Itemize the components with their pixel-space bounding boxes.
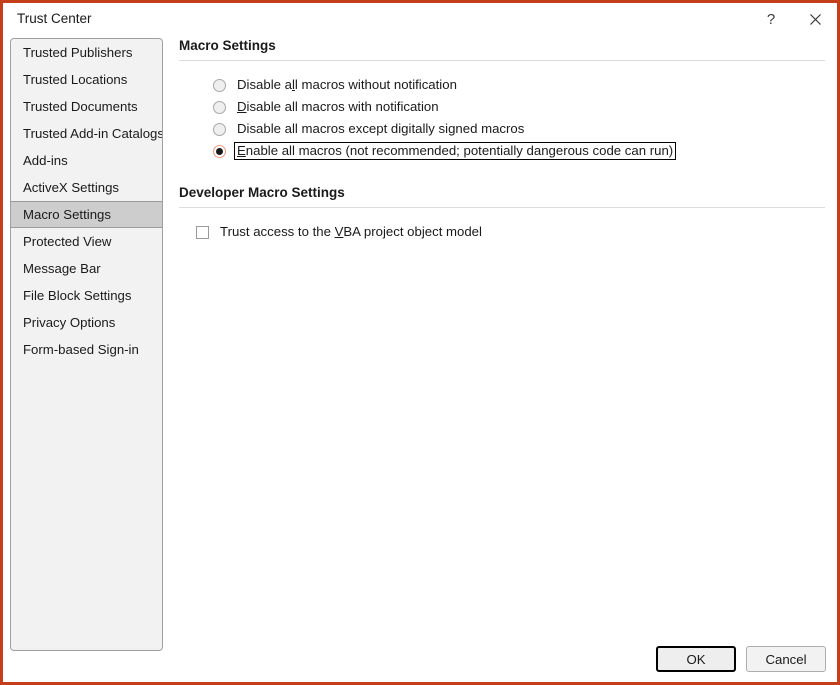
sidebar-item-file-block-settings[interactable]: File Block Settings bbox=[11, 282, 162, 309]
category-sidebar[interactable]: Trusted Publishers Trusted Locations Trust… bbox=[10, 38, 163, 651]
macro-option-row[interactable]: Disable all macros without notification bbox=[213, 74, 827, 96]
close-icon[interactable] bbox=[793, 3, 837, 35]
ok-button[interactable]: OK bbox=[656, 646, 736, 672]
macro-option-label[interactable]: Disable all macros with notification bbox=[235, 98, 441, 116]
macro-option-label[interactable]: Enable all macros (not recommended; pote… bbox=[234, 142, 677, 160]
sidebar-item-label: File Block Settings bbox=[23, 288, 132, 303]
cancel-button[interactable]: Cancel bbox=[746, 646, 826, 672]
macro-option-label[interactable]: Disable all macros without notification bbox=[235, 76, 459, 94]
trust-center-dialog: Trust Center ? Trusted Publishers Trusted… bbox=[0, 0, 840, 685]
help-icon[interactable]: ? bbox=[749, 3, 793, 35]
sidebar-item-label: ActiveX Settings bbox=[23, 180, 120, 195]
sidebar-item-label: Privacy Options bbox=[23, 315, 116, 330]
macro-settings-radio-group[interactable]: Disable all macros without notification D… bbox=[179, 74, 827, 162]
macro-option-label[interactable]: Disable all macros except digitally sign… bbox=[235, 120, 526, 138]
help-glyph: ? bbox=[766, 10, 776, 28]
radio-button-selected[interactable] bbox=[213, 144, 226, 158]
sidebar-item-label: Add-ins bbox=[23, 153, 68, 168]
titlebar: Trust Center ? bbox=[3, 3, 837, 35]
sidebar-item-trusted-documents[interactable]: Trusted Documents bbox=[11, 93, 162, 120]
trust-vba-access-label[interactable]: Trust access to the VBA project object m… bbox=[218, 223, 484, 241]
macro-settings-heading: Macro Settings bbox=[179, 38, 276, 53]
developer-macro-settings-heading: Developer Macro Settings bbox=[179, 185, 345, 200]
macro-option-row[interactable]: Enable all macros (not recommended; pote… bbox=[213, 140, 827, 162]
sidebar-item-message-bar[interactable]: Message Bar bbox=[11, 255, 162, 282]
checkbox-unchecked[interactable] bbox=[196, 225, 209, 239]
macro-settings-divider bbox=[179, 60, 825, 61]
sidebar-item-label: Trusted Documents bbox=[23, 99, 138, 114]
developer-macro-settings-divider bbox=[179, 207, 825, 208]
window-title: Trust Center bbox=[17, 11, 92, 26]
dialog-footer: OK Cancel bbox=[656, 646, 826, 672]
radio-button[interactable] bbox=[213, 100, 226, 114]
radio-button[interactable] bbox=[213, 122, 226, 136]
settings-pane: Macro Settings Disable all macros withou… bbox=[179, 38, 827, 638]
sidebar-item-label: Message Bar bbox=[23, 261, 101, 276]
sidebar-item-label: Trusted Add-in Catalogs bbox=[23, 126, 163, 141]
trust-vba-access-row[interactable]: Trust access to the VBA project object m… bbox=[196, 221, 827, 243]
sidebar-item-label: Macro Settings bbox=[23, 207, 111, 222]
radio-button[interactable] bbox=[213, 78, 226, 92]
sidebar-item-trusted-locations[interactable]: Trusted Locations bbox=[11, 66, 162, 93]
titlebar-button-group: ? bbox=[749, 3, 837, 35]
sidebar-item-label: Trusted Publishers bbox=[23, 45, 133, 60]
sidebar-item-label: Trusted Locations bbox=[23, 72, 128, 87]
sidebar-item-privacy-options[interactable]: Privacy Options bbox=[11, 309, 162, 336]
sidebar-item-macro-settings[interactable]: Macro Settings bbox=[11, 201, 162, 228]
macro-option-row[interactable]: Disable all macros with notification bbox=[213, 96, 827, 118]
sidebar-item-trusted-add-in-catalogs[interactable]: Trusted Add-in Catalogs bbox=[11, 120, 162, 147]
sidebar-item-trusted-publishers[interactable]: Trusted Publishers bbox=[11, 39, 162, 66]
macro-option-row[interactable]: Disable all macros except digitally sign… bbox=[213, 118, 827, 140]
sidebar-item-label: Protected View bbox=[23, 234, 112, 249]
developer-macro-settings-group: Trust access to the VBA project object m… bbox=[179, 221, 827, 243]
sidebar-item-label: Form-based Sign-in bbox=[23, 342, 139, 357]
sidebar-item-form-based-sign-in[interactable]: Form-based Sign-in bbox=[11, 336, 162, 363]
sidebar-item-add-ins[interactable]: Add-ins bbox=[11, 147, 162, 174]
sidebar-item-activex-settings[interactable]: ActiveX Settings bbox=[11, 174, 162, 201]
sidebar-item-protected-view[interactable]: Protected View bbox=[11, 228, 162, 255]
